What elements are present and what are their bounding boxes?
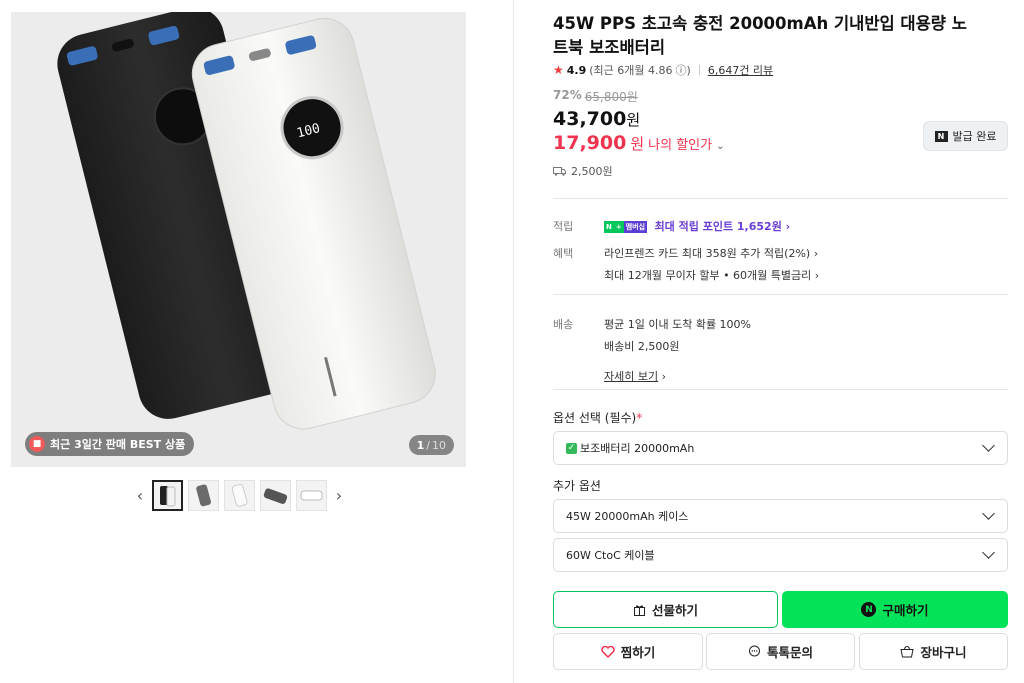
extra-option-select-1[interactable]: 45W 20000mAh 케이스	[553, 499, 1008, 533]
thumbnail-image-white	[231, 483, 248, 507]
naver-n-icon: N	[934, 130, 948, 142]
coupon-label: 발급 완료	[952, 130, 997, 143]
gift-icon	[633, 605, 645, 616]
star-icon: ★	[553, 63, 564, 77]
my-price-label: 나의 할인가	[648, 138, 713, 153]
benefit-key: 혜택	[553, 247, 574, 260]
power-bank-illustration: 100	[57, 12, 436, 430]
chevron-right-icon: ›	[813, 247, 819, 260]
thumbnail-2[interactable]	[188, 480, 219, 511]
naver-membership-badge: N + 멤버십	[604, 221, 648, 233]
talktalk-inquiry-button[interactable]: 톡톡문의	[706, 633, 855, 670]
max-points-link[interactable]: 최대 적립 포인트 1,652원 ›	[655, 220, 791, 233]
gift-button[interactable]: 선물하기	[553, 591, 778, 628]
coupon-issued-button[interactable]: N 발급 완료	[923, 121, 1008, 151]
rating-separator	[698, 65, 700, 75]
chevron-down-icon	[982, 507, 995, 520]
extra-option-select-2[interactable]: 60W CtoC 케이블	[553, 538, 1008, 572]
shipping-cost: 2,500원	[553, 163, 613, 179]
info-icon[interactable]: ⓘ)	[676, 62, 691, 78]
truck-icon	[553, 167, 566, 176]
original-price: 65,800원	[584, 90, 638, 104]
thumbnail-image-gray	[196, 484, 211, 507]
gift-icon: ■	[29, 436, 45, 452]
chevron-right-icon: ›	[785, 220, 791, 233]
discount-rate: 72%	[553, 88, 582, 102]
chevron-down-icon: ⌄	[716, 141, 725, 152]
wishlist-button[interactable]: 찜하기	[553, 633, 703, 670]
heart-icon	[601, 645, 615, 658]
chevron-down-icon	[982, 546, 995, 559]
delivery-key: 배송	[553, 318, 574, 331]
buy-button[interactable]: N 구매하기	[782, 591, 1008, 628]
rating-summary: ★ 4.9 (최근 6개월 4.86 ⓘ) 6,647건 리뷰	[553, 62, 773, 78]
chevron-right-icon: ›	[814, 269, 820, 282]
naver-pay-icon: N	[861, 602, 877, 617]
thumbnail-prev-button[interactable]: ‹	[133, 481, 147, 511]
delivery-detail-link[interactable]: 자세히 보기 ›	[604, 368, 751, 384]
review-count-link[interactable]: 6,647건 리뷰	[708, 62, 773, 78]
chevron-right-icon: ›	[661, 370, 667, 383]
thumbnail-1[interactable]	[152, 480, 183, 511]
delivery-arrival-rate: 평균 1일 이내 도착 확률 100%	[604, 318, 752, 331]
delivery-fee: 배송비 2,500원	[604, 340, 680, 353]
column-divider	[513, 0, 514, 683]
section-divider	[553, 198, 1008, 199]
product-title: 45W PPS 초고속 충전 20000mAh 기내반입 대용량 노트북 보조배…	[553, 14, 967, 57]
shopping-bag-icon	[900, 646, 915, 658]
chat-bubble-icon	[748, 645, 760, 657]
extra-option-label: 추가 옵션	[553, 479, 601, 493]
thumbnail-image-black-white	[160, 486, 176, 507]
best-seller-text: 최근 3일간 판매 BEST 상품	[50, 438, 186, 451]
required-option-label: 옵션 선택 (필수)*	[553, 411, 643, 425]
thumbnail-image-side	[300, 490, 323, 501]
thumbnail-next-button[interactable]: ›	[332, 481, 346, 511]
required-option-select[interactable]: ✓ 보조배터리 20000mAh	[553, 431, 1008, 465]
image-page-counter: 1 / 10	[408, 435, 454, 455]
thumbnail-image-flat	[263, 488, 288, 504]
rating-recent: (최근 6개월 4.86	[589, 64, 673, 77]
product-image-main[interactable]: 100 ■ 최근 3일간 판매 BEST 상품 1 / 10	[11, 12, 466, 467]
sale-price: 43,700원	[553, 108, 641, 130]
card-benefit-link[interactable]: 라인프렌즈 카드 최대 358원 추가 적립(2%) ›	[604, 247, 818, 260]
section-divider	[553, 389, 1008, 390]
check-icon: ✓	[566, 442, 577, 454]
thumbnail-3[interactable]	[224, 480, 255, 511]
thumbnail-4[interactable]	[260, 480, 291, 511]
chevron-down-icon	[982, 439, 995, 452]
best-seller-badge: ■ 최근 3일간 판매 BEST 상품	[25, 432, 195, 456]
discount-line: 72% 65,800원	[553, 88, 638, 105]
section-divider	[553, 294, 1008, 295]
thumbnail-strip: ‹ ›	[133, 480, 346, 511]
points-key: 적립	[553, 220, 574, 233]
thumbnail-5[interactable]	[296, 480, 327, 511]
installment-benefit-link[interactable]: 최대 12개월 무이자 할부 • 60개월 특별금리 ›	[604, 267, 819, 283]
my-discount-price[interactable]: 17,900 원 나의 할인가 ⌄	[553, 132, 724, 154]
cart-button[interactable]: 장바구니	[859, 633, 1008, 670]
rating-score: 4.9	[566, 63, 587, 77]
